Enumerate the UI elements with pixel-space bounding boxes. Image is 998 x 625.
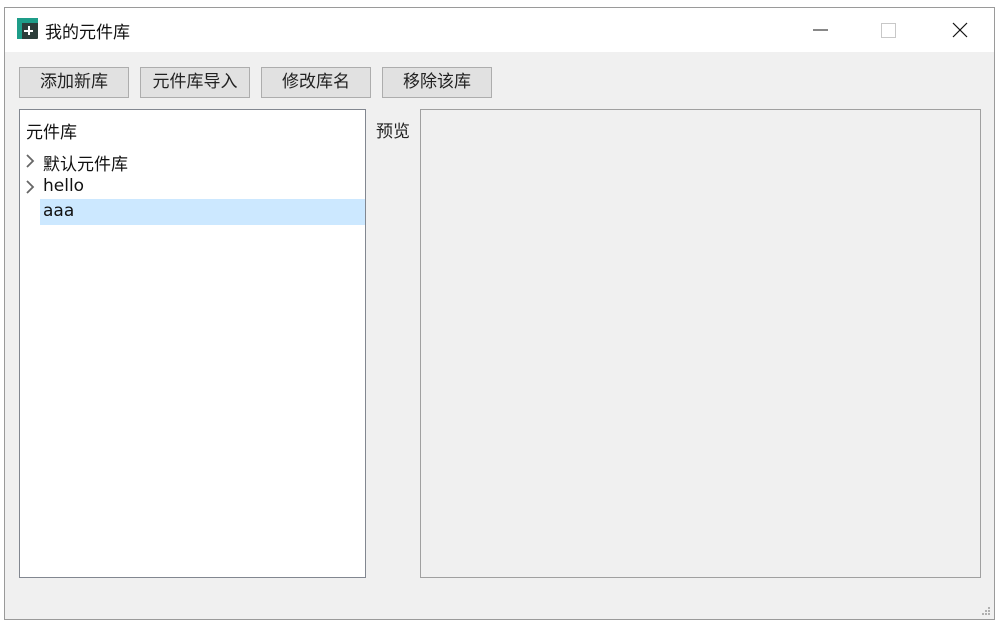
rename-library-button[interactable]: 修改库名 (261, 67, 371, 98)
maximize-button[interactable] (855, 8, 925, 52)
add-library-button[interactable]: 添加新库 (19, 67, 129, 98)
resize-grip-icon[interactable] (981, 606, 991, 616)
chevron-right-icon[interactable] (24, 180, 36, 194)
close-button[interactable] (925, 8, 995, 52)
import-library-button[interactable]: 元件库导入 (140, 67, 250, 98)
library-tree[interactable]: 元件库 默认元件库 hello aaa (19, 109, 366, 578)
minimize-icon (813, 29, 828, 31)
tree-item-aaa[interactable]: aaa (20, 199, 365, 225)
preview-label: 预览 (376, 122, 410, 142)
tree-item-label: aaa (43, 201, 75, 221)
chevron-right-icon[interactable] (24, 154, 36, 168)
tree-item-label: 默认元件库 (43, 155, 128, 175)
app-icon (17, 18, 38, 39)
minimize-button[interactable] (785, 8, 855, 52)
tree-header: 元件库 (26, 123, 77, 143)
tree-item-hello[interactable]: hello (20, 174, 365, 200)
remove-library-button[interactable]: 移除该库 (382, 67, 492, 98)
close-icon (952, 22, 968, 38)
preview-panel (420, 109, 981, 578)
tree-item-default[interactable]: 默认元件库 (20, 148, 365, 175)
main-window: 我的元件库 添加新库 元件库导入 修改库名 移除该库 元件库 默认元件库 hel… (4, 7, 995, 620)
title-bar[interactable]: 我的元件库 (5, 8, 994, 52)
window-title: 我的元件库 (45, 23, 130, 43)
tree-item-label: hello (43, 176, 85, 196)
maximize-icon (881, 23, 896, 38)
selection-highlight (40, 199, 365, 225)
